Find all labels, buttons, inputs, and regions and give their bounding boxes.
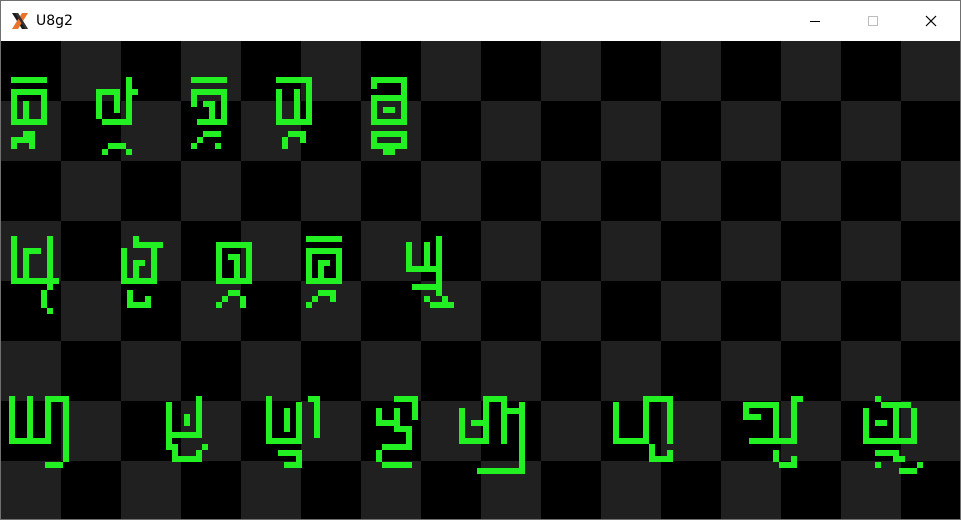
glyph-layer (9, 77, 923, 474)
close-button[interactable] (902, 1, 960, 41)
glyph-row3-6 (613, 396, 673, 462)
glyph-row2-3 (216, 242, 252, 308)
window-title: U8g2 (36, 13, 73, 29)
window-controls (786, 1, 960, 41)
title-bar[interactable]: U8g2 (1, 1, 960, 41)
glyph-row3-2 (166, 396, 208, 462)
x-logo-icon (12, 13, 28, 29)
glyph-row1-1 (11, 77, 47, 149)
glyph-row1-4 (276, 77, 312, 149)
glyph-row2-5 (406, 236, 454, 308)
glyph-row1-2 (96, 77, 138, 155)
glyph-row3-3 (266, 396, 320, 468)
maximize-button[interactable] (844, 1, 902, 41)
glyph-row2-2 (121, 236, 163, 308)
close-icon (925, 15, 937, 27)
app-window: U8g2 (0, 0, 961, 520)
glyph-row3-5 (459, 396, 525, 474)
glyph-row2-4 (306, 236, 342, 308)
maximize-icon (868, 16, 878, 26)
minimize-button[interactable] (786, 1, 844, 41)
display-canvas (1, 41, 960, 519)
glyph-row3-8 (863, 396, 923, 474)
glyph-row3-4 (376, 396, 418, 468)
minimize-icon (810, 21, 820, 22)
glyph-row1-3 (191, 77, 227, 149)
glyph-row3-1 (9, 396, 69, 468)
glyph-row1-5 (371, 77, 407, 155)
glyph-row2-1 (11, 236, 59, 314)
glyph-row3-7 (743, 396, 803, 468)
